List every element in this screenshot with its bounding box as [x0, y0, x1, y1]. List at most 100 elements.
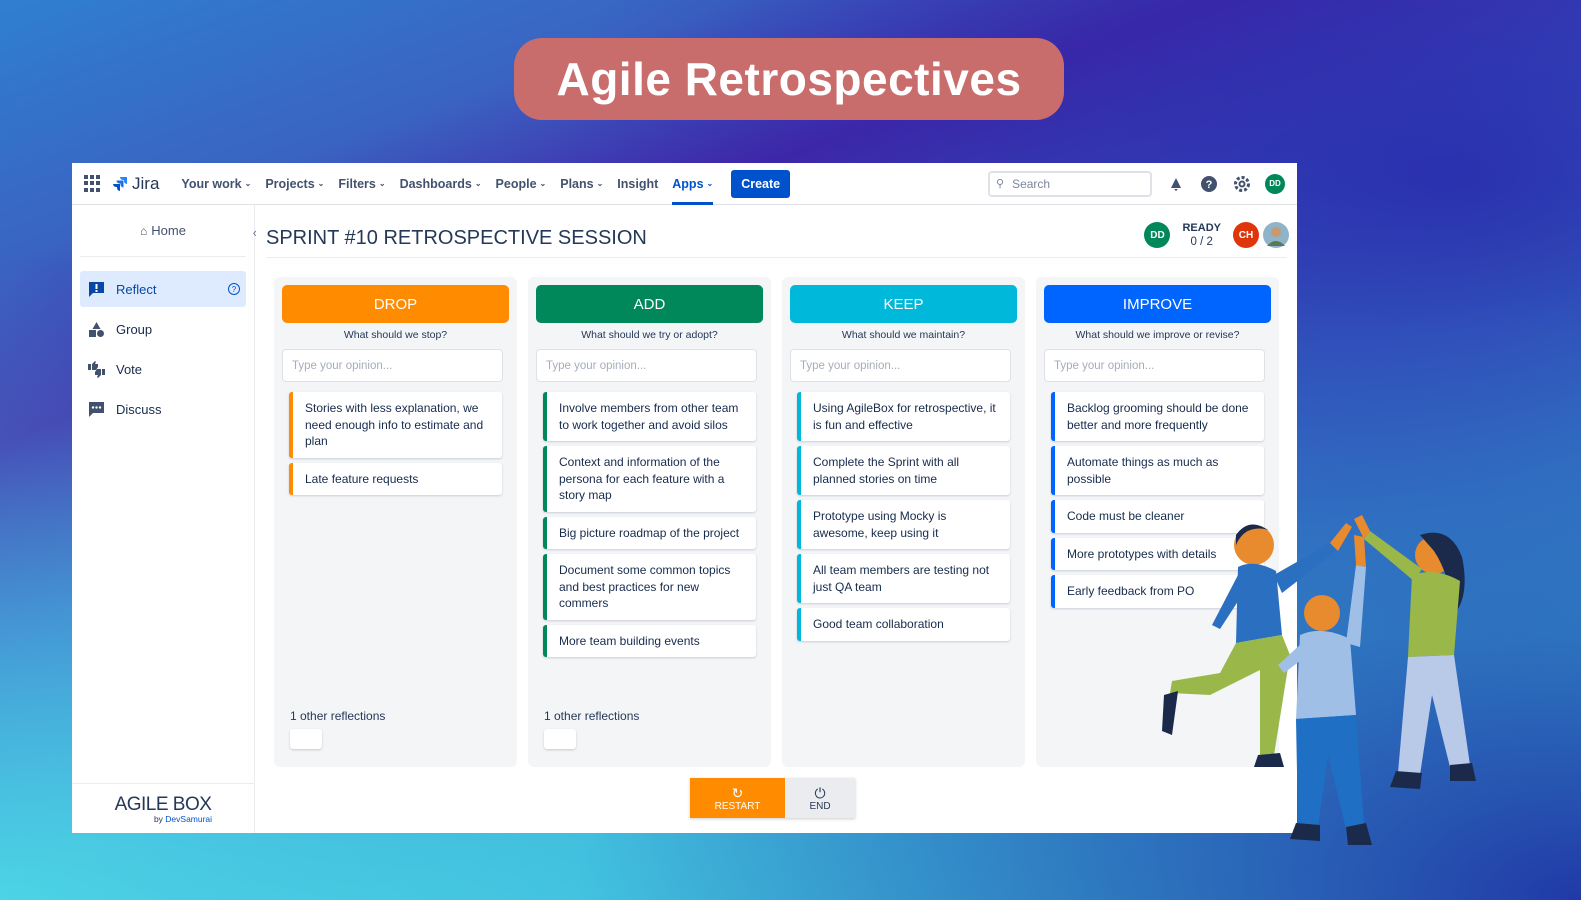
- chevron-down-icon: ⌄: [378, 179, 386, 188]
- top-nav: Jira Your work ⌄ Projects ⌄ Filters ⌄ Dashboar…: [72, 163, 1297, 205]
- column-keep: KEEP What should we maintain? Using AgileB…: [782, 277, 1025, 767]
- user-avatar[interactable]: DD: [1265, 173, 1285, 194]
- create-button[interactable]: Create: [731, 169, 791, 198]
- participant-photo-avatar[interactable]: [1263, 222, 1289, 248]
- person-photo-icon: [1267, 227, 1285, 246]
- reflection-card[interactable]: Complete the Sprint with all planned sto…: [797, 446, 1010, 495]
- card-list: Stories with less explanation, we need e…: [282, 392, 509, 495]
- nav-right: ⚲ Search ? DD: [988, 170, 1285, 197]
- chevron-down-icon: ⌄: [596, 179, 604, 188]
- hidden-reflection-card[interactable]: [290, 729, 322, 749]
- sidebar-item-group[interactable]: Group: [80, 311, 246, 347]
- title-divider: [266, 257, 1287, 258]
- reflection-card[interactable]: All team members are testing not just QA…: [797, 554, 1010, 603]
- ready-label: READY: [1182, 222, 1221, 234]
- sidebar-item-reflect[interactable]: Reflect ?: [80, 271, 246, 307]
- reflection-card[interactable]: Prototype using Mocky is awesome, keep u…: [797, 500, 1010, 549]
- chevron-down-icon: ⌄: [474, 179, 482, 188]
- high-five-illustration: [1162, 515, 1476, 845]
- nav-menu: Your work ⌄ Projects ⌄ Filters ⌄ Dashboards ⌄ Pe…: [181, 163, 727, 205]
- reflection-card[interactable]: Big picture roadmap of the project: [543, 516, 756, 549]
- nav-item-plans[interactable]: Plans ⌄: [560, 163, 603, 205]
- reflection-card[interactable]: Automate things as much as possible: [1051, 446, 1264, 495]
- sidebar-item-label: Reflect: [116, 281, 157, 297]
- search-icon: ⚲: [996, 178, 1005, 190]
- ready-count: 0 / 2: [1190, 236, 1213, 248]
- opinion-input[interactable]: [536, 349, 757, 382]
- restart-label: RESTART: [714, 800, 761, 812]
- restart-icon: ↻: [731, 784, 744, 801]
- card-list: Using AgileBox for retrospective, it is …: [790, 392, 1017, 641]
- brand-company: DevSamurai: [165, 814, 213, 824]
- reflection-card[interactable]: Late feature requests: [289, 462, 502, 495]
- column-subtitle: What should we maintain?: [841, 329, 966, 341]
- banner-title: Agile Retrospectives: [514, 38, 1064, 120]
- sidebar: ⌂ Home ‹ Reflect ? Group Vote Discuss AG…: [72, 205, 257, 833]
- restart-button[interactable]: ↻ RESTART: [690, 778, 785, 818]
- nav-item-label: Apps: [672, 176, 704, 191]
- svg-text:?: ?: [1206, 179, 1213, 191]
- sidebar-item-discuss[interactable]: Discuss: [80, 391, 246, 427]
- reflection-card[interactable]: Document some common topics and best pra…: [543, 554, 756, 620]
- nav-item-dashboards[interactable]: Dashboards ⌄: [400, 163, 482, 205]
- opinion-input[interactable]: [1044, 349, 1265, 382]
- column-subtitle: What should we improve or revise?: [1075, 329, 1240, 341]
- shapes-icon: [86, 319, 106, 339]
- other-reflections-label: 1 other reflections: [544, 709, 640, 723]
- column-drop: DROP What should we stop? Stories with les…: [274, 277, 517, 767]
- nav-item-label: Filters: [338, 176, 376, 191]
- retro-board: DROP What should we stop? Stories with les…: [274, 277, 1290, 767]
- jira-icon: [113, 176, 127, 191]
- participant-avatar-dd[interactable]: DD: [1144, 222, 1171, 248]
- reflection-card[interactable]: Involve members from other team to work …: [543, 392, 756, 441]
- ready-status: READY 0 / 2: [1182, 222, 1221, 248]
- reflection-card[interactable]: Using AgileBox for retrospective, it is …: [797, 392, 1010, 441]
- jira-logo[interactable]: Jira: [112, 174, 159, 194]
- column-header: KEEP: [790, 285, 1017, 323]
- help-circle-icon[interactable]: ?: [228, 283, 240, 295]
- nav-item-filters[interactable]: Filters ⌄: [338, 163, 385, 205]
- logo-text: Jira: [132, 173, 160, 193]
- nav-item-label: People: [495, 176, 537, 191]
- opinion-input[interactable]: [282, 349, 503, 382]
- participant-avatar-ch[interactable]: CH: [1233, 222, 1259, 248]
- settings-gear-icon[interactable]: [1232, 174, 1252, 194]
- app-switcher-icon[interactable]: [84, 174, 102, 193]
- home-link[interactable]: ⌂ Home: [80, 205, 246, 257]
- sidebar-item-label: Vote: [116, 361, 143, 377]
- nav-item-people[interactable]: People ⌄: [496, 163, 547, 205]
- sidebar-item-label: Discuss: [116, 401, 162, 417]
- column-subtitle: What should we stop?: [343, 329, 448, 341]
- brand-by-prefix: by: [153, 814, 166, 824]
- power-icon: ⏻: [814, 784, 826, 801]
- nav-item-label: Insight: [617, 176, 659, 191]
- sidebar-item-vote[interactable]: Vote: [80, 351, 246, 387]
- nav-item-projects[interactable]: Projects ⌄: [265, 163, 324, 205]
- help-icon[interactable]: ?: [1199, 174, 1219, 194]
- reflection-card[interactable]: Good team collaboration: [797, 608, 1010, 641]
- sidebar-item-label: Group: [116, 321, 153, 337]
- nav-item-insight[interactable]: Insight: [617, 163, 658, 205]
- reflection-card[interactable]: Context and information of the persona f…: [543, 446, 756, 512]
- app-window: Jira Your work ⌄ Projects ⌄ Filters ⌄ Dashboar…: [72, 163, 1297, 833]
- nav-item-label: Projects: [265, 176, 315, 191]
- nav-item-your-work[interactable]: Your work ⌄: [181, 163, 251, 205]
- reflect-icon: [86, 279, 106, 299]
- reflection-card[interactable]: Backlog grooming should be done better a…: [1051, 392, 1264, 441]
- home-label: Home: [151, 223, 186, 238]
- column-subtitle: What should we try or adopt?: [581, 329, 718, 341]
- thumbs-icon: [86, 359, 106, 379]
- reflection-card[interactable]: More team building events: [543, 624, 756, 657]
- end-label: END: [809, 800, 831, 812]
- end-button[interactable]: ⏻ END: [785, 778, 855, 818]
- opinion-input[interactable]: [790, 349, 1011, 382]
- search-placeholder: Search: [1012, 176, 1051, 191]
- search-input[interactable]: ⚲ Search: [988, 170, 1152, 197]
- main-content: SPRINT #10 RETROSPECTIVE SESSION DD READ…: [256, 205, 1297, 833]
- reflection-card[interactable]: Stories with less explanation, we need e…: [289, 392, 502, 458]
- home-icon: ⌂: [140, 223, 148, 238]
- nav-item-apps[interactable]: Apps ⌄: [672, 163, 713, 205]
- hidden-reflection-card[interactable]: [544, 729, 576, 749]
- notification-icon[interactable]: [1166, 174, 1186, 194]
- agile-box-brand: AGILE BOX by DevSamurai: [72, 783, 254, 833]
